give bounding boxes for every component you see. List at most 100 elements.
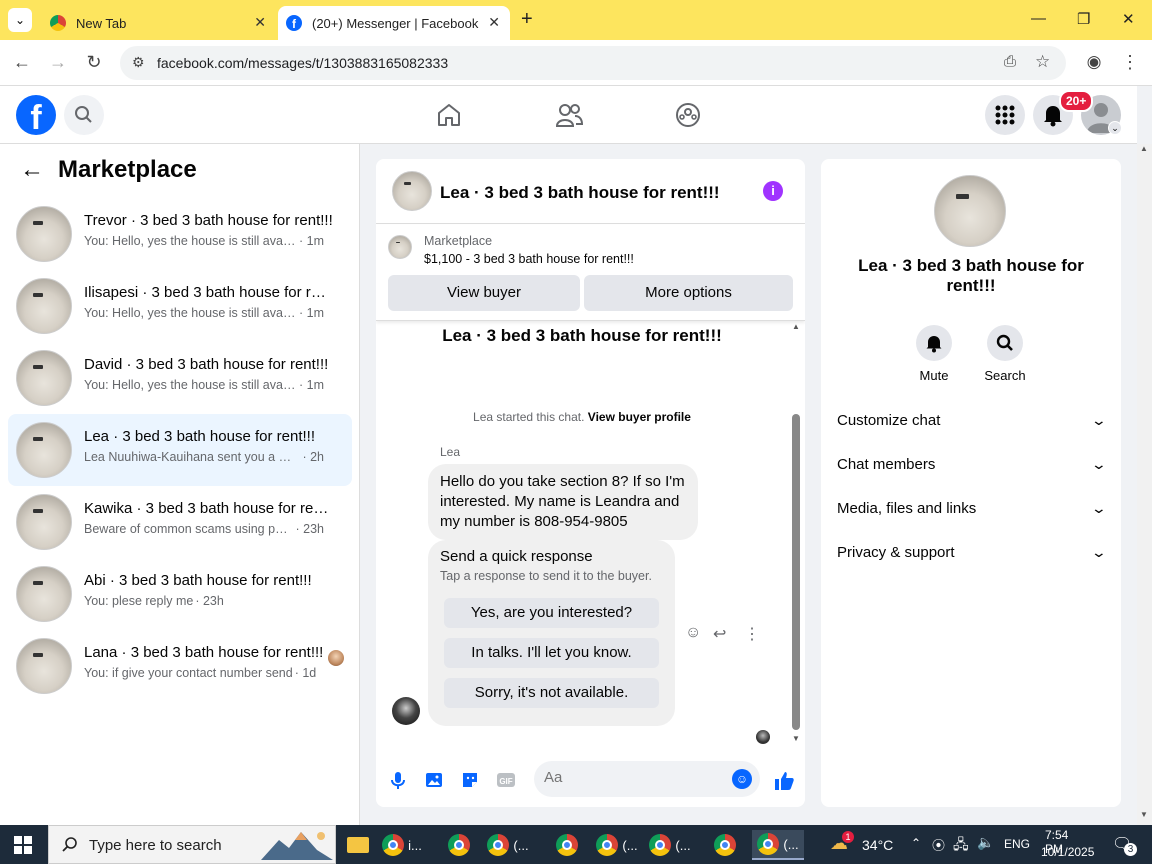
close-tab-icon[interactable]: ✕ [488,14,500,31]
mountain-scene-icon [261,832,333,860]
tab-title: New Tab [76,15,127,31]
windows-start-icon[interactable] [14,836,32,854]
microphone-icon[interactable] [387,769,409,791]
site-info-icon[interactable]: ⚙ [132,54,145,71]
quick-response-yes[interactable]: Yes, are you interested? [444,598,659,628]
tab-new-tab[interactable]: New Tab ✕ [40,6,276,40]
scroll-down-icon[interactable]: ▼ [1140,810,1148,819]
clock-date[interactable]: 10/1/2025 [1041,845,1094,859]
browser-toolbar: ← → ↻ ⚙ facebook.com/messages/t/13038831… [0,40,1152,86]
more-options-button[interactable]: More options [584,275,793,311]
account-chevron-icon[interactable]: ⌄ [1108,121,1122,135]
conversation-item[interactable]: Kawika · 3 bed 3 bath house for rent!!! B… [8,486,352,558]
photo-icon[interactable] [423,769,445,791]
more-icon[interactable]: ⋮ [744,624,760,644]
listing-avatar[interactable] [392,171,432,211]
message-input-box[interactable]: ☺ [534,761,760,797]
privacy-support-row[interactable]: Privacy & support ⌄ [837,540,1107,564]
conversation-avatar [16,494,72,550]
temperature[interactable]: 34°C [862,837,893,853]
conversation-item[interactable]: Ilisapesi · 3 bed 3 bath house for rent!… [8,270,352,342]
chrome-taskbar-active[interactable]: (... [752,830,804,860]
sticker-icon[interactable] [459,769,481,791]
chrome-taskbar-7[interactable] [703,830,747,860]
conversation-item[interactable]: Lana · 3 bed 3 bath house for rent!!! You… [8,630,352,702]
language-indicator[interactable]: ENG [1004,837,1030,851]
reply-icon[interactable]: ↩ [713,624,726,644]
friends-icon[interactable] [555,102,583,128]
bookmark-star-icon[interactable]: ☆ [1035,52,1050,72]
conversation-item[interactable]: David · 3 bed 3 bath house for rent!!! Yo… [8,342,352,414]
conversation-item[interactable]: Trevor · 3 bed 3 bath house for rent!!! Y… [8,198,352,270]
tab-search-button[interactable]: ⌄ [8,8,32,32]
back-arrow-icon[interactable]: ← [20,156,44,184]
gif-icon[interactable]: GIF [495,769,517,791]
show-hidden-icons[interactable]: ⌃ [911,836,921,850]
message-input[interactable] [544,769,714,786]
close-tab-icon[interactable]: ✕ [254,14,266,31]
page-scrollbar[interactable]: ▲ ▼ [1137,144,1152,825]
reload-icon[interactable]: ↻ [83,52,105,73]
facebook-logo[interactable]: f [16,95,56,137]
thread-title: Lea · 3 bed 3 bath house for rent!!! [442,326,722,345]
customize-chat-row[interactable]: Customize chat ⌄ [837,408,1107,432]
sender-avatar[interactable] [392,697,420,725]
facebook-header: f ⌄ [0,86,1137,144]
conversation-avatar [16,350,72,406]
mute-action[interactable]: Mute [909,325,959,383]
scroll-up-icon[interactable]: ▲ [792,322,800,331]
message-bubble[interactable]: Hello do you take section 8? If so I'm i… [428,464,698,540]
chrome-taskbar-5[interactable]: (... [595,830,639,860]
file-explorer-taskbar[interactable] [336,830,380,860]
chrome-icon [596,834,619,856]
media-files-links-row[interactable]: Media, files and links ⌄ [837,496,1107,520]
minimize-icon[interactable]: — [1031,10,1046,27]
conversation-item[interactable]: Abi · 3 bed 3 bath house for rent!!! You:… [8,558,352,630]
forward-icon[interactable]: → [47,52,69,73]
volume-icon[interactable]: 🔈 [977,834,994,851]
menu-button[interactable] [985,95,1025,135]
chrome-taskbar-1[interactable]: i... [380,830,424,860]
chrome-taskbar-2[interactable] [437,830,481,860]
close-window-icon[interactable]: ✕ [1122,10,1135,28]
profile-icon[interactable]: ◉ [1083,52,1105,72]
chat-header: Lea · 3 bed 3 bath house for rent!!! i [376,159,805,224]
view-buyer-profile-link[interactable]: View buyer profile [588,410,691,424]
scrollbar-thumb[interactable] [792,414,800,730]
kebab-menu-icon[interactable]: ⋮ [1119,52,1141,73]
tab-messenger[interactable]: f (20+) Messenger | Facebook ✕ [278,6,510,40]
conversation-time: · 1m [299,234,324,248]
search-action[interactable]: Search [980,325,1030,383]
groups-icon[interactable] [675,102,701,128]
bell-icon [926,336,942,353]
chrome-icon [382,834,405,856]
like-icon[interactable] [772,769,796,793]
conversation-name: Ilisapesi · 3 bed 3 bath house for rent!… [84,284,334,301]
facebook-search-button[interactable] [64,95,104,135]
back-icon[interactable]: ← [11,52,33,73]
info-icon[interactable]: i [763,181,783,201]
quick-response-talks[interactable]: In talks. I'll let you know. [444,638,659,668]
chrome-taskbar-3[interactable]: (... [486,830,530,860]
emoji-icon[interactable]: ☺ [732,769,752,789]
view-buyer-button[interactable]: View buyer [388,275,580,311]
conversation-preview: You: plese reply me · 23h [84,594,224,608]
camera-icon[interactable]: ⦿ [932,835,945,854]
chrome-taskbar-4[interactable] [545,830,589,860]
quick-response-sorry[interactable]: Sorry, it's not available. [444,678,659,708]
install-app-icon[interactable]: ⎙ [1004,53,1016,70]
conversation-preview: Beware of common scams using payment app… [84,522,324,536]
scroll-up-icon[interactable]: ▲ [1140,144,1148,153]
address-bar[interactable]: ⚙ facebook.com/messages/t/13038831650823… [120,46,1066,80]
react-icon[interactable]: ☺ [685,624,701,642]
network-icon[interactable]: 🖧 [953,834,969,858]
taskbar-search-box[interactable]: Type here to search [48,825,336,864]
home-icon[interactable] [436,102,462,128]
chrome-taskbar-6[interactable]: (... [648,830,692,860]
chat-title[interactable]: Lea · 3 bed 3 bath house for rent!!! [440,183,720,203]
conversation-item[interactable]: Lea · 3 bed 3 bath house for rent!!! Lea … [8,414,352,486]
chat-members-row[interactable]: Chat members ⌄ [837,452,1107,476]
new-tab-button[interactable]: + [521,8,533,31]
maximize-icon[interactable]: ❐ [1077,10,1090,28]
scroll-down-icon[interactable]: ▼ [792,734,800,743]
